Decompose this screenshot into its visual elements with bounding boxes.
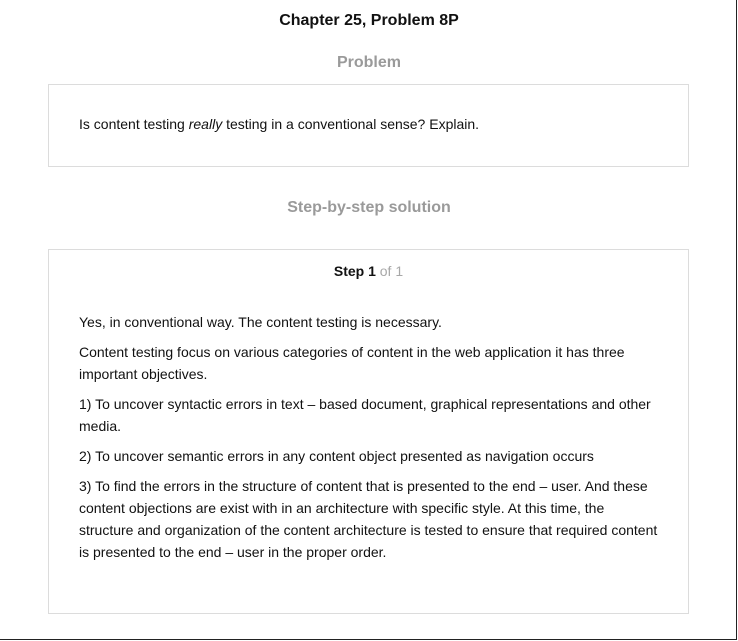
solution-paragraph: Content testing focus on various categor… <box>79 344 625 382</box>
step-number: Step 1 <box>333 263 376 279</box>
step-indicator: Step 1 of 1 <box>49 263 688 279</box>
problem-text-emphasis: really <box>188 116 223 132</box>
problem-text-start: Is content testing <box>79 116 189 132</box>
chapter-title: Chapter 25, Problem 8P <box>279 12 459 29</box>
solution-heading: Step-by-step solution <box>287 199 451 216</box>
solution-body: Yes, in conventional way. The content te… <box>79 311 659 571</box>
solution-paragraph: 2) To uncover semantic errors in any con… <box>79 448 594 464</box>
solution-paragraph: 3) To find the errors in the structure o… <box>79 478 658 560</box>
solution-paragraph: Yes, in conventional way. The content te… <box>79 314 442 330</box>
problem-box: Is content testing really testing in a c… <box>48 84 689 167</box>
problem-text-end: testing in a conventional sense? Explain… <box>222 116 480 132</box>
solution-paragraph: 1) To uncover syntactic errors in text –… <box>79 396 651 434</box>
solution-box: Step 1 of 1 Yes, in conventional way. Th… <box>48 249 689 614</box>
step-total: of 1 <box>375 263 404 279</box>
problem-heading: Problem <box>336 54 401 71</box>
problem-statement: Is content testing really testing in a c… <box>79 116 479 132</box>
